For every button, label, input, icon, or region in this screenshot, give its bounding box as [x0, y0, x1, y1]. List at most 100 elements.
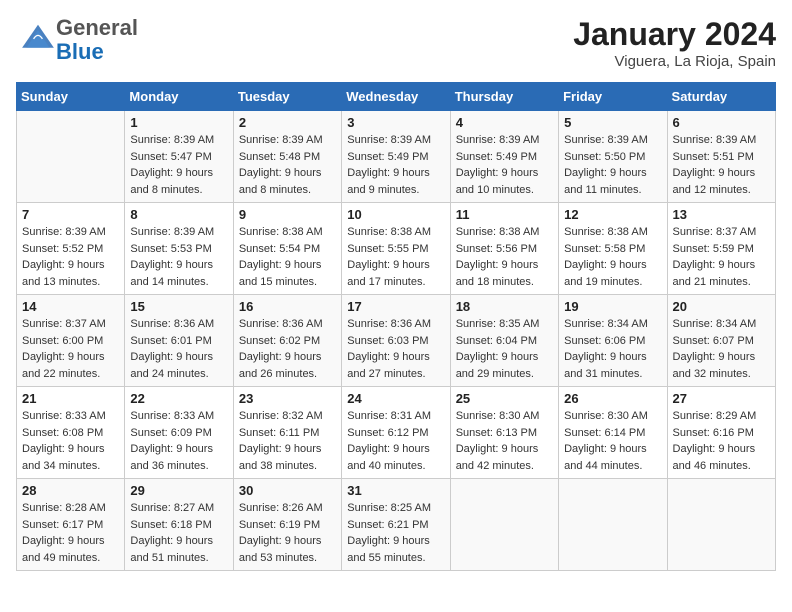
calendar-cell: 31 Sunrise: 8:25 AMSunset: 6:21 PMDayligh…	[342, 479, 450, 571]
calendar-week-row: 28 Sunrise: 8:28 AMSunset: 6:17 PMDayligh…	[17, 479, 776, 571]
day-number: 27	[673, 391, 770, 406]
calendar-cell: 30 Sunrise: 8:26 AMSunset: 6:19 PMDayligh…	[233, 479, 341, 571]
day-number: 24	[347, 391, 444, 406]
day-number: 15	[130, 299, 227, 314]
day-header-friday: Friday	[559, 83, 667, 111]
day-number: 2	[239, 115, 336, 130]
day-number: 13	[673, 207, 770, 222]
calendar-cell: 19Sunrise: 8:34 AMSunset: 6:06 PMDayligh…	[559, 295, 667, 387]
calendar-week-row: 14 Sunrise: 8:37 AMSunset: 6:00 PMDayligh…	[17, 295, 776, 387]
day-number: 20	[673, 299, 770, 314]
calendar-cell: 23 Sunrise: 8:32 AMSunset: 6:11 PMDayligh…	[233, 387, 341, 479]
calendar-cell: 29 Sunrise: 8:27 AMSunset: 6:18 PMDayligh…	[125, 479, 233, 571]
calendar-cell: 20 Sunrise: 8:34 AMSunset: 6:07 PMDayligh…	[667, 295, 775, 387]
calendar-cell: 27Sunrise: 8:29 AMSunset: 6:16 PMDayligh…	[667, 387, 775, 479]
calendar-cell: 26Sunrise: 8:30 AMSunset: 6:14 PMDayligh…	[559, 387, 667, 479]
title-block: January 2024 Viguera, La Rioja, Spain	[573, 16, 776, 70]
day-header-wednesday: Wednesday	[342, 83, 450, 111]
day-info: Sunrise: 8:39 AMSunset: 5:50 PMDaylight:…	[564, 132, 661, 198]
day-number: 1	[130, 115, 227, 130]
day-number: 3	[347, 115, 444, 130]
day-info: Sunrise: 8:39 AMSunset: 5:49 PMDaylight:…	[347, 132, 444, 198]
calendar-week-row: 7 Sunrise: 8:39 AMSunset: 5:52 PMDaylight…	[17, 203, 776, 295]
day-info: Sunrise: 8:39 AMSunset: 5:49 PMDaylight:…	[456, 132, 553, 198]
calendar-cell: 9Sunrise: 8:38 AMSunset: 5:54 PMDaylight…	[233, 203, 341, 295]
day-number: 10	[347, 207, 444, 222]
day-number: 31	[347, 483, 444, 498]
calendar-cell: 11Sunrise: 8:38 AMSunset: 5:56 PMDayligh…	[450, 203, 558, 295]
calendar-cell: 8Sunrise: 8:39 AMSunset: 5:53 PMDaylight…	[125, 203, 233, 295]
calendar-cell	[667, 479, 775, 571]
day-number: 7	[22, 207, 119, 222]
calendar-cell: 18 Sunrise: 8:35 AMSunset: 6:04 PMDayligh…	[450, 295, 558, 387]
calendar-header-row: SundayMondayTuesdayWednesdayThursdayFrid…	[17, 83, 776, 111]
day-info: Sunrise: 8:35 AMSunset: 6:04 PMDaylight:…	[456, 316, 553, 382]
day-number: 5	[564, 115, 661, 130]
day-number: 26	[564, 391, 661, 406]
calendar-cell	[450, 479, 558, 571]
day-header-monday: Monday	[125, 83, 233, 111]
day-number: 28	[22, 483, 119, 498]
day-info: Sunrise: 8:36 AMSunset: 6:01 PMDaylight:…	[130, 316, 227, 382]
day-info: Sunrise: 8:34 AMSunset: 6:07 PMDaylight:…	[673, 316, 770, 382]
day-info: Sunrise: 8:27 AMSunset: 6:18 PMDaylight:…	[130, 500, 227, 566]
logo-blue-text: Blue	[56, 39, 104, 64]
day-info: Sunrise: 8:39 AMSunset: 5:51 PMDaylight:…	[673, 132, 770, 198]
day-info: Sunrise: 8:38 AMSunset: 5:56 PMDaylight:…	[456, 224, 553, 290]
day-number: 6	[673, 115, 770, 130]
day-header-sunday: Sunday	[17, 83, 125, 111]
day-info: Sunrise: 8:26 AMSunset: 6:19 PMDaylight:…	[239, 500, 336, 566]
calendar-cell: 10 Sunrise: 8:38 AMSunset: 5:55 PMDayligh…	[342, 203, 450, 295]
calendar-cell: 5 Sunrise: 8:39 AMSunset: 5:50 PMDaylight…	[559, 111, 667, 203]
day-info: Sunrise: 8:39 AMSunset: 5:48 PMDaylight:…	[239, 132, 336, 198]
calendar-cell: 22Sunrise: 8:33 AMSunset: 6:09 PMDayligh…	[125, 387, 233, 479]
day-number: 8	[130, 207, 227, 222]
day-info: Sunrise: 8:33 AMSunset: 6:08 PMDaylight:…	[22, 408, 119, 474]
page-header: General Blue January 2024 Viguera, La Ri…	[16, 16, 776, 70]
calendar-cell	[17, 111, 125, 203]
day-info: Sunrise: 8:32 AMSunset: 6:11 PMDaylight:…	[239, 408, 336, 474]
day-info: Sunrise: 8:30 AMSunset: 6:13 PMDaylight:…	[456, 408, 553, 474]
day-header-saturday: Saturday	[667, 83, 775, 111]
day-info: Sunrise: 8:37 AMSunset: 6:00 PMDaylight:…	[22, 316, 119, 382]
day-number: 16	[239, 299, 336, 314]
day-number: 14	[22, 299, 119, 314]
month-title: January 2024	[573, 16, 776, 53]
calendar-cell: 17 Sunrise: 8:36 AMSunset: 6:03 PMDayligh…	[342, 295, 450, 387]
day-number: 22	[130, 391, 227, 406]
day-info: Sunrise: 8:38 AMSunset: 5:55 PMDaylight:…	[347, 224, 444, 290]
calendar-cell: 2 Sunrise: 8:39 AMSunset: 5:48 PMDaylight…	[233, 111, 341, 203]
calendar-table: SundayMondayTuesdayWednesdayThursdayFrid…	[16, 82, 776, 571]
day-info: Sunrise: 8:39 AMSunset: 5:52 PMDaylight:…	[22, 224, 119, 290]
day-info: Sunrise: 8:38 AMSunset: 5:58 PMDaylight:…	[564, 224, 661, 290]
day-info: Sunrise: 8:37 AMSunset: 5:59 PMDaylight:…	[673, 224, 770, 290]
day-number: 23	[239, 391, 336, 406]
logo-general-text: General	[56, 15, 138, 40]
day-info: Sunrise: 8:38 AMSunset: 5:54 PMDaylight:…	[239, 224, 336, 290]
logo: General Blue	[16, 16, 138, 64]
day-info: Sunrise: 8:25 AMSunset: 6:21 PMDaylight:…	[347, 500, 444, 566]
day-number: 4	[456, 115, 553, 130]
calendar-cell: 25 Sunrise: 8:30 AMSunset: 6:13 PMDayligh…	[450, 387, 558, 479]
day-info: Sunrise: 8:34 AMSunset: 6:06 PMDaylight:…	[564, 316, 661, 382]
logo-icon	[20, 23, 56, 53]
day-header-thursday: Thursday	[450, 83, 558, 111]
calendar-cell: 14 Sunrise: 8:37 AMSunset: 6:00 PMDayligh…	[17, 295, 125, 387]
calendar-cell: 16 Sunrise: 8:36 AMSunset: 6:02 PMDayligh…	[233, 295, 341, 387]
calendar-week-row: 21 Sunrise: 8:33 AMSunset: 6:08 PMDayligh…	[17, 387, 776, 479]
calendar-cell: 3 Sunrise: 8:39 AMSunset: 5:49 PMDaylight…	[342, 111, 450, 203]
day-number: 25	[456, 391, 553, 406]
day-header-tuesday: Tuesday	[233, 83, 341, 111]
day-info: Sunrise: 8:28 AMSunset: 6:17 PMDaylight:…	[22, 500, 119, 566]
day-number: 29	[130, 483, 227, 498]
calendar-cell: 6 Sunrise: 8:39 AMSunset: 5:51 PMDaylight…	[667, 111, 775, 203]
day-number: 17	[347, 299, 444, 314]
day-number: 18	[456, 299, 553, 314]
day-number: 30	[239, 483, 336, 498]
day-info: Sunrise: 8:36 AMSunset: 6:02 PMDaylight:…	[239, 316, 336, 382]
calendar-cell: 1Sunrise: 8:39 AMSunset: 5:47 PMDaylight…	[125, 111, 233, 203]
calendar-cell: 13 Sunrise: 8:37 AMSunset: 5:59 PMDayligh…	[667, 203, 775, 295]
day-number: 21	[22, 391, 119, 406]
day-info: Sunrise: 8:36 AMSunset: 6:03 PMDaylight:…	[347, 316, 444, 382]
calendar-cell: 28 Sunrise: 8:28 AMSunset: 6:17 PMDayligh…	[17, 479, 125, 571]
